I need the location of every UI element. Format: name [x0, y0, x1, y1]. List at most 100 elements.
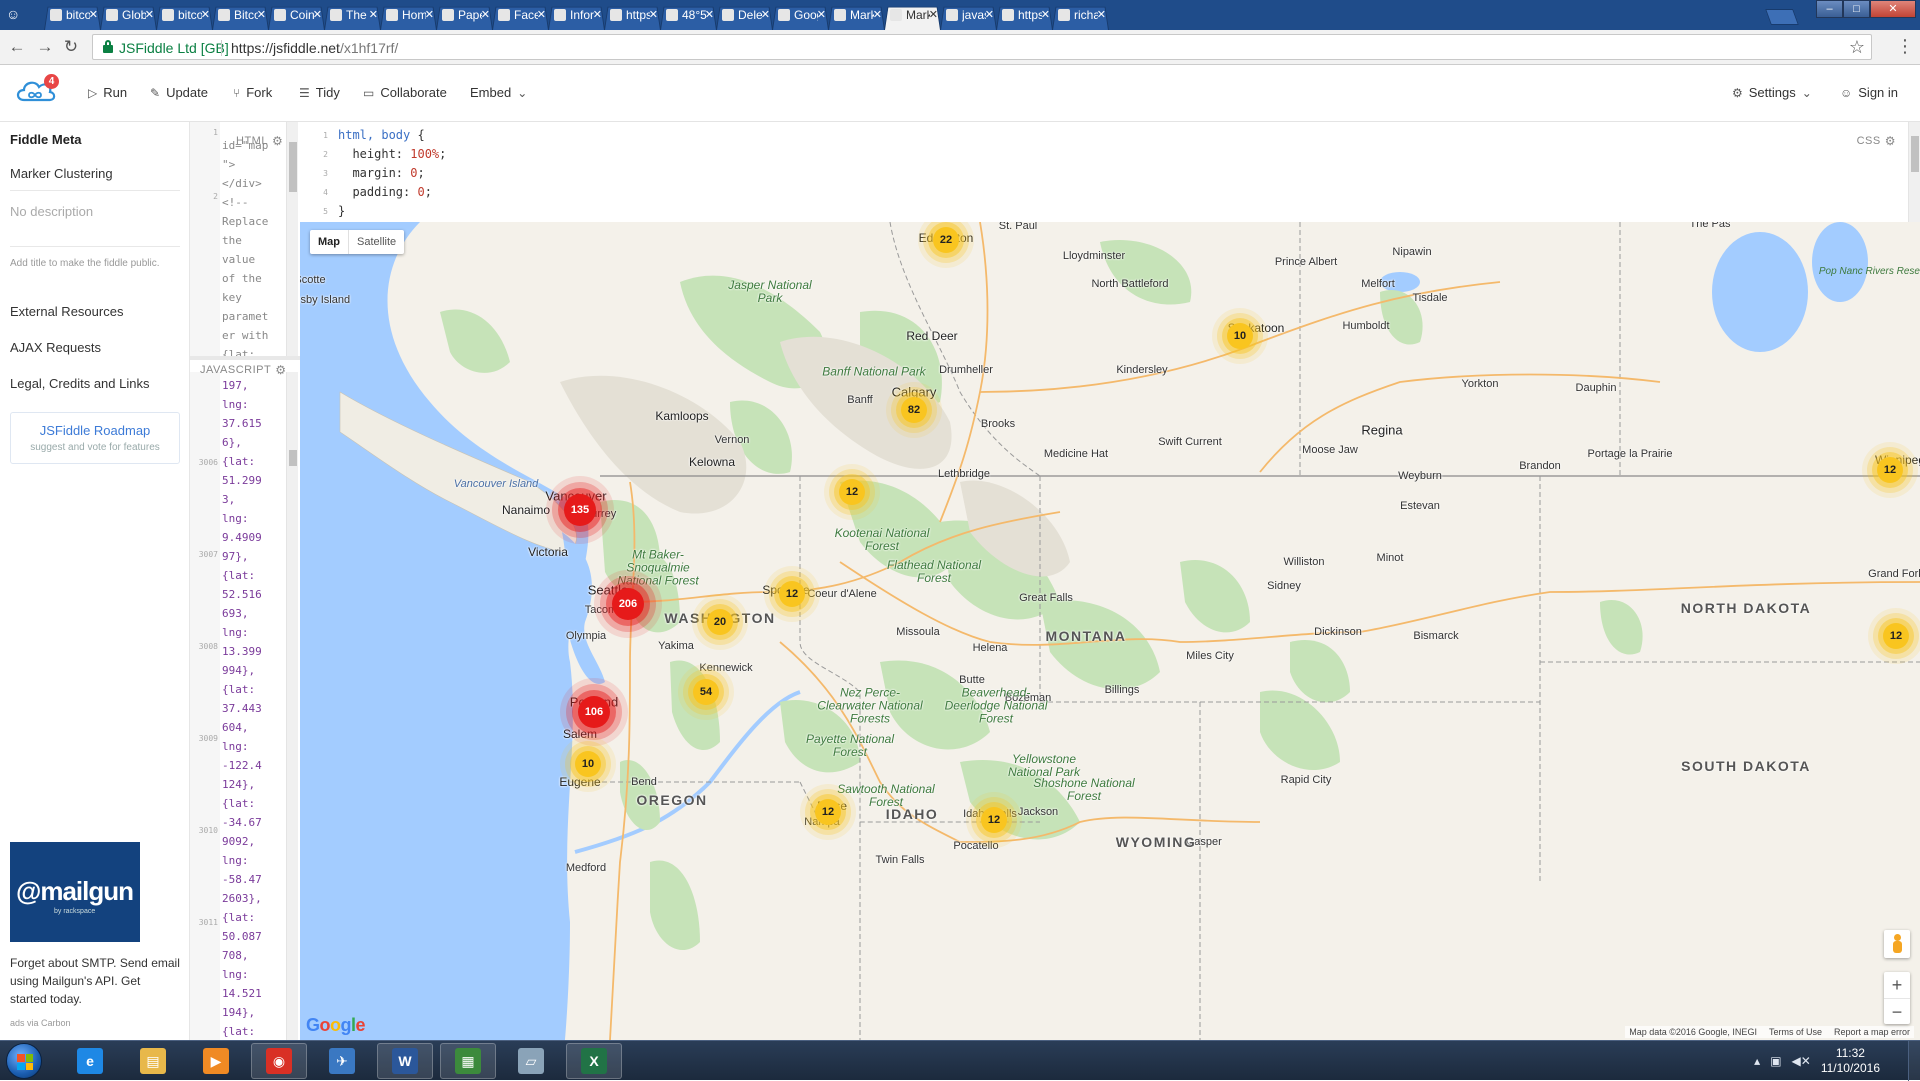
html-editor[interactable]: id="map "> </div> <!-- Replace the value of the…: [222, 122, 284, 358]
map-type-satellite-button[interactable]: Satellite: [348, 230, 404, 254]
roadmap-link[interactable]: JSFiddle Roadmap suggest and vote for fe…: [10, 412, 180, 464]
css-code[interactable]: html, body { height: 100%; margin: 0; pa…: [338, 126, 446, 221]
browser-tab[interactable]: bitcoi✕: [44, 0, 101, 30]
close-icon[interactable]: ✕: [481, 8, 490, 21]
browser-tab[interactable]: bitcoi✕: [156, 0, 213, 30]
run-button[interactable]: ▷ Run: [88, 85, 127, 100]
bookmark-star-icon[interactable]: ☆: [1849, 37, 1865, 58]
marker-cluster[interactable]: 135: [564, 494, 596, 526]
fiddle-description-field[interactable]: No description: [10, 204, 93, 219]
browser-tab[interactable]: Paper✕: [436, 0, 493, 30]
marker-cluster[interactable]: 12: [815, 799, 841, 825]
gear-icon[interactable]: ⚙: [275, 363, 286, 377]
browser-tab[interactable]: https ✕: [996, 0, 1053, 30]
close-icon[interactable]: ✕: [705, 8, 714, 21]
settings-button[interactable]: ⚙ Settings ⌄: [1732, 85, 1812, 100]
browser-menu-icon[interactable]: ⋮: [1895, 36, 1915, 57]
network-icon[interactable]: ▣: [1770, 1054, 1781, 1068]
marker-cluster[interactable]: 54: [693, 679, 719, 705]
marker-cluster[interactable]: 206: [612, 588, 644, 620]
sidebar-item-legal[interactable]: Legal, Credits and Links: [10, 376, 149, 391]
close-window-button[interactable]: ✕: [1870, 0, 1916, 18]
marker-cluster[interactable]: 10: [575, 751, 601, 777]
javascript-editor[interactable]: 197, lng: 37.615 6}, {lat: 51.299 3, lng: 9.4909…: [222, 372, 284, 1040]
browser-tab[interactable]: Faceb✕: [492, 0, 549, 30]
close-icon[interactable]: ✕: [369, 8, 378, 21]
taskbar-app-internet-explorer[interactable]: e: [62, 1043, 118, 1079]
browser-tab[interactable]: Goog✕: [772, 0, 829, 30]
address-bar[interactable]: JSFiddle Ltd [GB] https://jsfiddle.net/x…: [92, 34, 1872, 60]
taskbar-app-notes-app[interactable]: ▱: [503, 1043, 559, 1079]
browser-tab[interactable]: richar✕: [1052, 0, 1109, 30]
new-tab-button[interactable]: [1765, 9, 1799, 25]
browser-tab[interactable]: Delet✕: [716, 0, 773, 30]
close-icon[interactable]: ✕: [1041, 8, 1050, 21]
google-logo[interactable]: Google: [306, 1015, 366, 1036]
taskbar-app-file-explorer[interactable]: ▤: [125, 1043, 181, 1079]
marker-cluster[interactable]: 20: [707, 609, 733, 635]
taskbar-app-excel[interactable]: X: [566, 1043, 622, 1079]
close-icon[interactable]: ✕: [145, 8, 154, 21]
url-text[interactable]: https://jsfiddle.net/x1hf17rf/: [231, 40, 398, 56]
browser-tab[interactable]: Inforr✕: [548, 0, 605, 30]
ad-text[interactable]: Forget about SMTP. Send email using Mail…: [10, 954, 180, 1008]
sidebar-item-external-resources[interactable]: External Resources: [10, 304, 123, 319]
browser-tab[interactable]: javas✕: [940, 0, 997, 30]
browser-tab[interactable]: Coin |✕: [268, 0, 325, 30]
tray-expand-icon[interactable]: ▴: [1754, 1054, 1760, 1068]
taskbar-app-word[interactable]: W: [377, 1043, 433, 1079]
fork-button[interactable]: ⑂ Fork: [233, 85, 272, 100]
clock[interactable]: 11:32 11/10/2016: [1821, 1046, 1880, 1076]
collaborate-button[interactable]: ▭ Collaborate: [363, 85, 447, 100]
close-icon[interactable]: ✕: [873, 8, 882, 21]
close-icon[interactable]: ✕: [89, 8, 98, 21]
zoom-in-button[interactable]: +: [1884, 972, 1910, 998]
mailgun-ad-logo[interactable]: @mailgun by rackspace: [10, 842, 140, 942]
gear-icon[interactable]: ⚙: [272, 134, 283, 148]
close-icon[interactable]: ✕: [817, 8, 826, 21]
volume-icon[interactable]: ◀✕: [1792, 1054, 1811, 1068]
update-button[interactable]: ✎ Update: [150, 85, 208, 100]
back-icon[interactable]: ←: [8, 38, 26, 56]
close-icon[interactable]: ✕: [201, 8, 210, 21]
marker-cluster[interactable]: 22: [933, 227, 959, 253]
zoom-out-button[interactable]: −: [1884, 998, 1910, 1024]
embed-button[interactable]: Embed ⌄: [470, 85, 527, 100]
marker-cluster[interactable]: 12: [779, 581, 805, 607]
marker-cluster[interactable]: 82: [901, 397, 927, 423]
close-icon[interactable]: ✕: [537, 8, 546, 21]
pane-resize-handle[interactable]: [190, 356, 300, 360]
reload-icon[interactable]: ↻: [62, 38, 80, 56]
close-icon[interactable]: ✕: [985, 8, 994, 21]
marker-cluster[interactable]: 12: [1877, 457, 1903, 483]
js-scrollbar[interactable]: [286, 372, 298, 1040]
close-icon[interactable]: ✕: [649, 8, 658, 21]
forward-icon[interactable]: →: [36, 38, 54, 56]
taskbar-app-chrome[interactable]: ◉: [251, 1043, 307, 1079]
profile-icon[interactable]: ☺: [6, 6, 24, 24]
minimize-button[interactable]: –: [1816, 0, 1843, 18]
close-icon[interactable]: ✕: [761, 8, 770, 21]
google-map[interactable]: EdmontonSt. PaulLloydminsterPrince Alber…: [300, 222, 1920, 1040]
taskbar-app-remote-app[interactable]: ✈: [314, 1043, 370, 1079]
show-desktop-button[interactable]: [1908, 1041, 1920, 1081]
street-view-pegman-icon[interactable]: [1884, 930, 1910, 958]
sidebar-item-ajax-requests[interactable]: AJAX Requests: [10, 340, 101, 355]
map-type-map-button[interactable]: Map: [310, 230, 348, 254]
browser-tab[interactable]: Mark ✕: [828, 0, 885, 30]
gear-icon[interactable]: ⚙: [1885, 134, 1896, 148]
browser-tab[interactable]: Bitcoi✕: [212, 0, 269, 30]
marker-cluster[interactable]: 12: [1883, 623, 1909, 649]
browser-tab[interactable]: https ✕: [604, 0, 661, 30]
taskbar-app-terminal-app[interactable]: ▦: [440, 1043, 496, 1079]
tidy-button[interactable]: ☰ Tidy: [299, 85, 340, 100]
marker-cluster[interactable]: 12: [839, 479, 865, 505]
terms-link[interactable]: Terms of Use: [1769, 1027, 1822, 1037]
html-scrollbar[interactable]: [286, 122, 298, 356]
browser-tab[interactable]: The R✕: [324, 0, 381, 30]
browser-tab[interactable]: Globa✕: [100, 0, 157, 30]
close-icon[interactable]: ✕: [593, 8, 602, 21]
ad-via[interactable]: ads via Carbon: [10, 1018, 71, 1028]
marker-cluster[interactable]: 12: [981, 807, 1007, 833]
browser-tab[interactable]: Mark ✕: [884, 0, 941, 30]
